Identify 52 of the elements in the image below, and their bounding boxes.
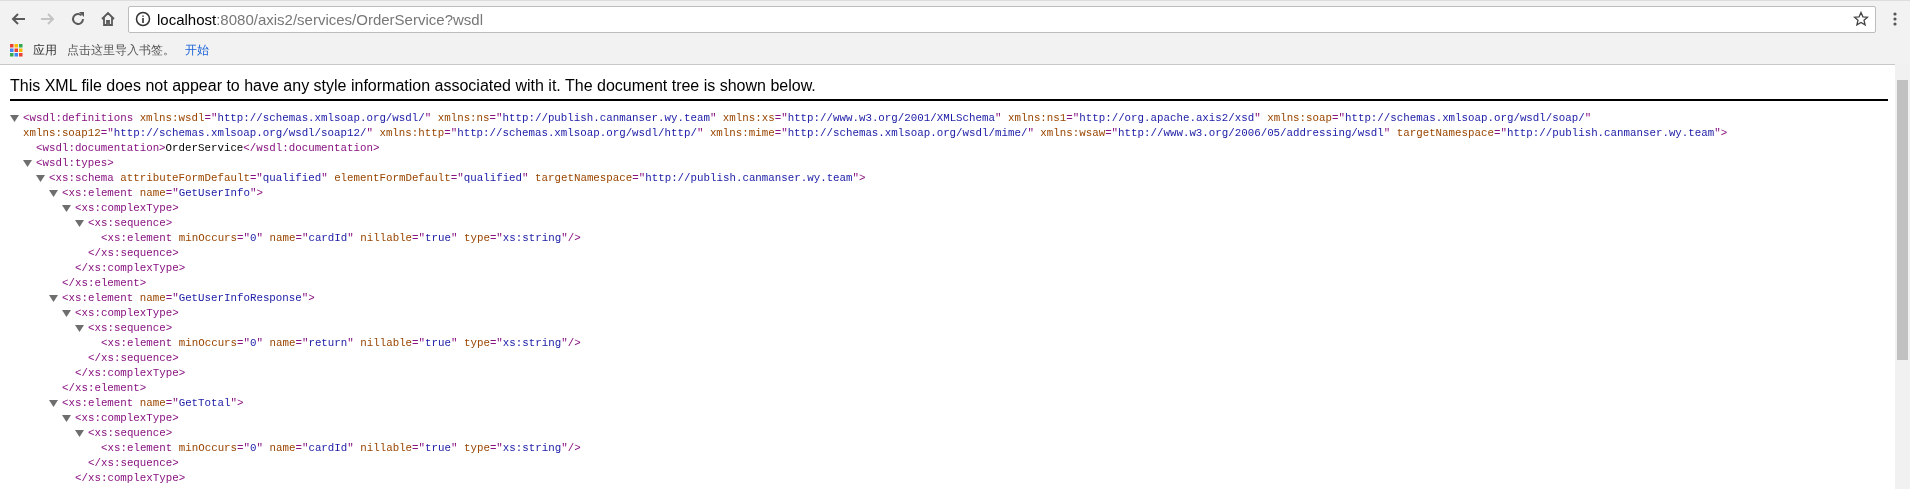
xml-line: <xs:complexType> (75, 201, 179, 216)
xml-line: <xs:sequence> (88, 216, 173, 231)
address-bar[interactable]: localhost:8080/axis2/services/OrderService?wsdl (128, 5, 1876, 33)
triangle-icon[interactable] (49, 294, 58, 303)
triangle-icon[interactable] (49, 399, 58, 408)
back-arrow-icon (10, 11, 26, 27)
xml-line: </xs:sequence> (88, 246, 179, 261)
xml-line: <xs:element minOccurs="0" name="cardId" nillable="true" type="xs:string"/> (101, 231, 581, 246)
forward-arrow-icon (40, 11, 56, 27)
triangle-icon[interactable] (49, 189, 58, 198)
start-link[interactable]: 开始 (185, 42, 209, 59)
xml-line: <xs:complexType> (75, 411, 179, 426)
xml-line: <xs:sequence> (88, 321, 173, 336)
triangle-icon[interactable] (10, 114, 19, 123)
apps-grid-icon[interactable] (10, 44, 23, 57)
xml-line: <wsdl:documentation>OrderService</wsdl:documentation> (36, 141, 380, 156)
xml-line: <xs:schema attributeFormDefault="qualified" elementFormDefault="qualified" targetNamespace="http://publish.canmanser.wy.team"> (49, 171, 866, 186)
xml-line: <wsdl:types> (36, 156, 114, 171)
home-icon (100, 11, 116, 27)
xml-line: <xs:sequence> (88, 426, 173, 441)
xml-line: <xs:element name="GetTotal"> (62, 396, 244, 411)
xml-line: </xs:element> (62, 381, 147, 396)
triangle-icon[interactable] (23, 159, 32, 168)
xml-line: <xs:element minOccurs="0" name="cardId" nillable="true" type="xs:string"/> (101, 441, 581, 456)
xml-line: </xs:complexType> (75, 366, 186, 381)
scrollbar-thumb[interactable] (1897, 80, 1908, 360)
star-icon[interactable] (1853, 11, 1869, 27)
triangle-icon[interactable] (62, 204, 71, 213)
reload-icon (70, 11, 86, 27)
triangle-icon[interactable] (62, 414, 71, 423)
triangle-icon[interactable] (75, 219, 84, 228)
scrollbar[interactable] (1895, 64, 1910, 489)
url-text: localhost:8080/axis2/services/OrderService?wsdl (157, 10, 484, 28)
xml-line: <xs:complexType> (75, 306, 179, 321)
xml-line: </xs:complexType> (75, 471, 186, 486)
xml-line: <xs:element name="GetUserInfoResponse"> (62, 291, 315, 306)
xml-notice: This XML file does not appear to have any style information associated with it. The document tree is shown below. (10, 65, 1888, 101)
xml-line: <wsdl:definitions xmlns:wsdl="http://schemas.xmlsoap.org/wsdl/" xmlns:ns="http://publish.canmanser.wy.team" xmlns:xs="http://www.w3.org/2001/XMLSchema" xmlns:ns1="http://org.apache.axis2/xsd" xmlns:soap="http://schemas.xmlsoap.org/wsdl/soap/" xmlns:soap12="http://schemas.xmlsoap.org/wsdl/soap12/" xmlns:http="http://schemas.xmlsoap.org/wsdl/http/" xmlns:mime="http://schemas.xmlsoap.org/wsdl/mime/" xmlns:wsaw="http://www.w3.org/2006/05/addressing/wsdl" targetNamespace="http://publish.canmanser.wy.team"> (23, 111, 1729, 141)
triangle-icon[interactable] (75, 429, 84, 438)
apps-label[interactable]: 应用 (33, 42, 57, 59)
xml-line: <xs:element minOccurs="0" name="return" nillable="true" type="xs:string"/> (101, 336, 581, 351)
xml-line: </xs:element> (62, 276, 147, 291)
info-icon[interactable] (135, 11, 151, 27)
xml-line: <xs:element name="GetUserInfo"> (62, 186, 263, 201)
triangle-icon[interactable] (62, 309, 71, 318)
xml-line: </xs:sequence> (88, 456, 179, 471)
triangle-icon[interactable] (36, 174, 45, 183)
xml-line: </xs:sequence> (88, 351, 179, 366)
menu-icon[interactable] (1893, 11, 1897, 27)
xml-line: </xs:complexType> (75, 261, 186, 276)
import-bookmarks-text[interactable]: 点击这里导入书签。 (67, 42, 175, 59)
triangle-icon[interactable] (75, 324, 84, 333)
